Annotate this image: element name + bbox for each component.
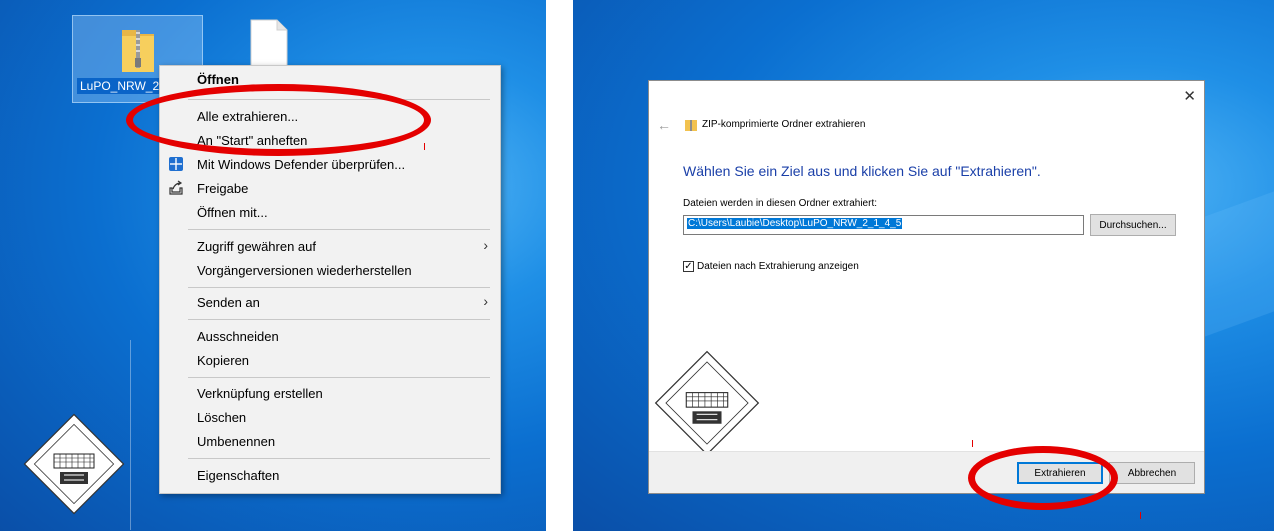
destination-label: Dateien werden in diesen Ordner extrahie… [683,198,877,209]
ctx-item-share[interactable]: Freigabe [160,176,500,200]
zip-folder-icon [122,30,154,72]
highlight-ellipse-extract-all [126,84,431,156]
extract-dialog: ✕ ← ZIP-komprimierte Ordner extrahieren … [648,80,1205,494]
cancel-button[interactable]: Abbrechen [1109,462,1195,484]
back-arrow-icon[interactable]: ← [657,117,671,133]
destination-path-input[interactable]: C:\Users\Laubie\Desktop\LuPO_NRW_2_1_4_5 [683,215,1084,235]
ctx-item-copy[interactable]: Kopieren [160,348,500,372]
blank-file-icon[interactable] [249,18,289,68]
ctx-item-rename[interactable]: Umbenennen [160,429,500,453]
school-logo-dialog [654,350,760,456]
dialog-footer: Extrahieren Abbrechen [649,451,1204,493]
share-icon [169,180,183,195]
ctx-item-properties[interactable]: Eigenschaften [160,463,500,487]
dialog-title: ZIP-komprimierte Ordner extrahieren [702,119,866,130]
ctx-item-create-shortcut[interactable]: Verknüpfung erstellen [160,381,500,405]
zip-folder-icon [685,120,697,131]
ctx-separator [188,458,490,459]
ctx-separator [188,319,490,320]
desktop-left: LuPO_NRW_2 Öffnen Alle extrahieren... An… [0,0,546,531]
ctx-item-send-to[interactable]: Senden an › [160,290,500,314]
close-icon[interactable]: ✕ [1183,87,1196,105]
ctx-item-grant-access[interactable]: Zugriff gewähren auf › [160,234,500,258]
ctx-item-defender-scan[interactable]: Mit Windows Defender überprüfen... [160,152,500,176]
show-files-label: Dateien nach Extrahierung anzeigen [697,261,859,272]
highlight-tick [424,143,425,150]
zip-file-label: LuPO_NRW_2 [77,78,163,94]
browse-button[interactable]: Durchsuchen... [1090,214,1176,236]
ctx-separator [188,377,490,378]
ctx-separator [188,287,490,288]
destination-path-text: C:\Users\Laubie\Desktop\LuPO_NRW_2_1_4_5 [687,218,903,229]
ctx-item-previous-versions[interactable]: Vorgängerversionen wiederherstellen [160,258,500,282]
ctx-item-cut[interactable]: Ausschneiden [160,324,500,348]
dialog-heading: Wählen Sie ein Ziel aus und klicken Sie … [683,163,1041,179]
highlight-ellipse-extract-button [968,446,1118,510]
school-logo-left [23,413,125,515]
ctx-separator [188,229,490,230]
chevron-right-icon: › [483,237,488,253]
ctx-item-open-with[interactable]: Öffnen mit... [160,200,500,224]
highlight-tick [1140,512,1141,519]
windows-defender-icon [169,157,183,171]
show-files-checkbox[interactable]: ✓ [683,261,694,272]
highlight-tick [972,440,973,447]
ctx-item-delete[interactable]: Löschen [160,405,500,429]
chevron-right-icon: › [483,293,488,309]
desktop-light-beam [130,340,131,530]
